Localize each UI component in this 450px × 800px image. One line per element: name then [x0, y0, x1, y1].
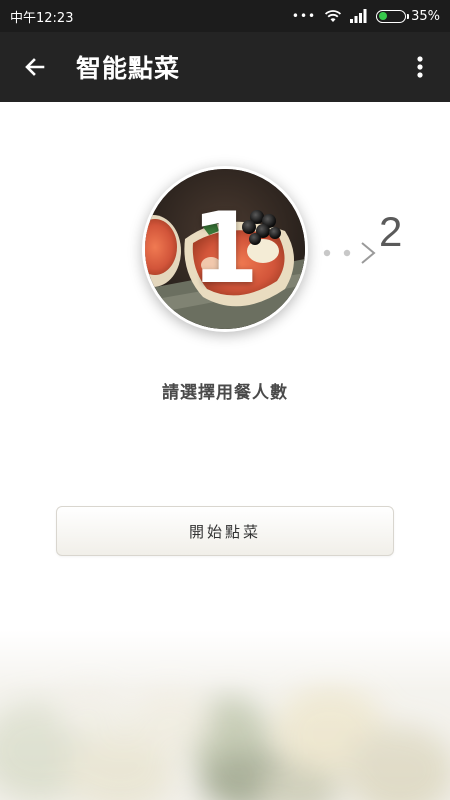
- battery-indicator: 35%: [376, 9, 440, 24]
- notification-dots: •••: [291, 9, 317, 23]
- back-button[interactable]: [0, 32, 70, 102]
- wifi-icon: [325, 10, 342, 22]
- status-bar: 中午12:23 ••• 35%: [0, 0, 450, 32]
- app-title: 智能點菜: [76, 54, 181, 83]
- start-ordering-button[interactable]: 開始點菜: [56, 506, 394, 556]
- overflow-menu-button[interactable]: [400, 32, 440, 102]
- current-step-number: 1: [190, 192, 260, 306]
- signal-icon: [350, 9, 367, 23]
- background-decoration: [0, 630, 450, 800]
- more-vert-icon: [417, 56, 423, 78]
- next-step-number: 2: [379, 208, 403, 255]
- battery-percent: 35%: [411, 8, 440, 24]
- battery-fill: [378, 12, 388, 20]
- food-photo: 1: [142, 166, 308, 332]
- app-bar: 智能點菜: [0, 32, 450, 102]
- step-indicator: 1: [120, 144, 336, 360]
- status-icons: ••• 35%: [292, 9, 440, 24]
- step-separator-icon: [323, 242, 376, 264]
- back-arrow-icon: [25, 58, 45, 76]
- status-time: 中午12:23: [10, 10, 74, 26]
- blurred-flowers-image: [0, 630, 450, 800]
- party-size-prompt: 請選擇用餐人數: [162, 383, 288, 403]
- battery-icon: [376, 9, 410, 23]
